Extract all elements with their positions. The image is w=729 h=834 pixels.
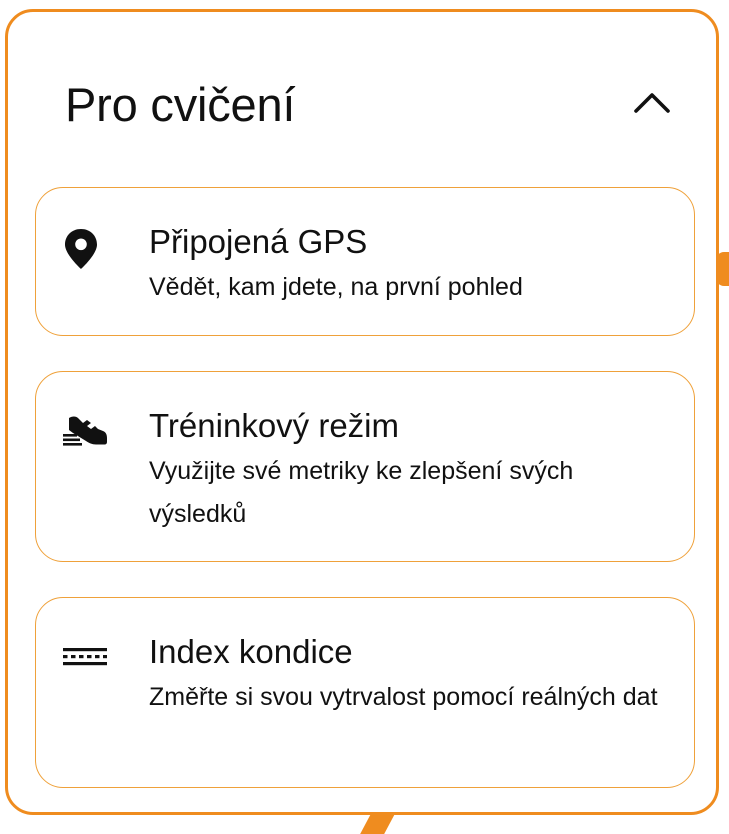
feature-card-gps: Připojená GPS Vědět, kam jdete, na první… <box>35 187 695 336</box>
feature-card-training-mode: Tréninkový režim Využijte své metriky ke… <box>35 371 695 562</box>
feature-text: Připojená GPS Vědět, kam jdete, na první… <box>149 220 669 309</box>
feature-description: Využijte své metriky ke zlepšení svých v… <box>149 457 574 528</box>
feature-card-fitness-index: Index kondice Změřte si svou vytrvalost … <box>35 597 695 788</box>
feature-description: Změřte si svou vytrvalost pomocí reálnýc… <box>149 683 658 711</box>
map-pin-icon <box>61 223 109 275</box>
exercise-accordion-panel: Pro cvičení Připojená GPS Vědět, kam jde… <box>5 9 719 815</box>
panel-title: Pro cvičení <box>65 78 296 131</box>
feature-title: Index kondice <box>149 633 353 670</box>
feature-title: Připojená GPS <box>149 223 368 260</box>
feature-title: Tréninkový režim <box>149 407 399 444</box>
dashed-lines-icon <box>61 633 109 685</box>
feature-text: Index kondice Změřte si svou vytrvalost … <box>149 630 669 719</box>
decorative-orange-shape <box>360 812 396 834</box>
running-shoe-icon <box>61 407 109 459</box>
accordion-header[interactable]: Pro cvičení <box>8 12 716 182</box>
collapse-button[interactable] <box>625 78 679 126</box>
chevron-up-icon <box>634 93 670 113</box>
feature-description: Vědět, kam jdete, na první pohled <box>149 273 523 301</box>
feature-text: Tréninkový režim Využijte své metriky ke… <box>149 404 669 536</box>
